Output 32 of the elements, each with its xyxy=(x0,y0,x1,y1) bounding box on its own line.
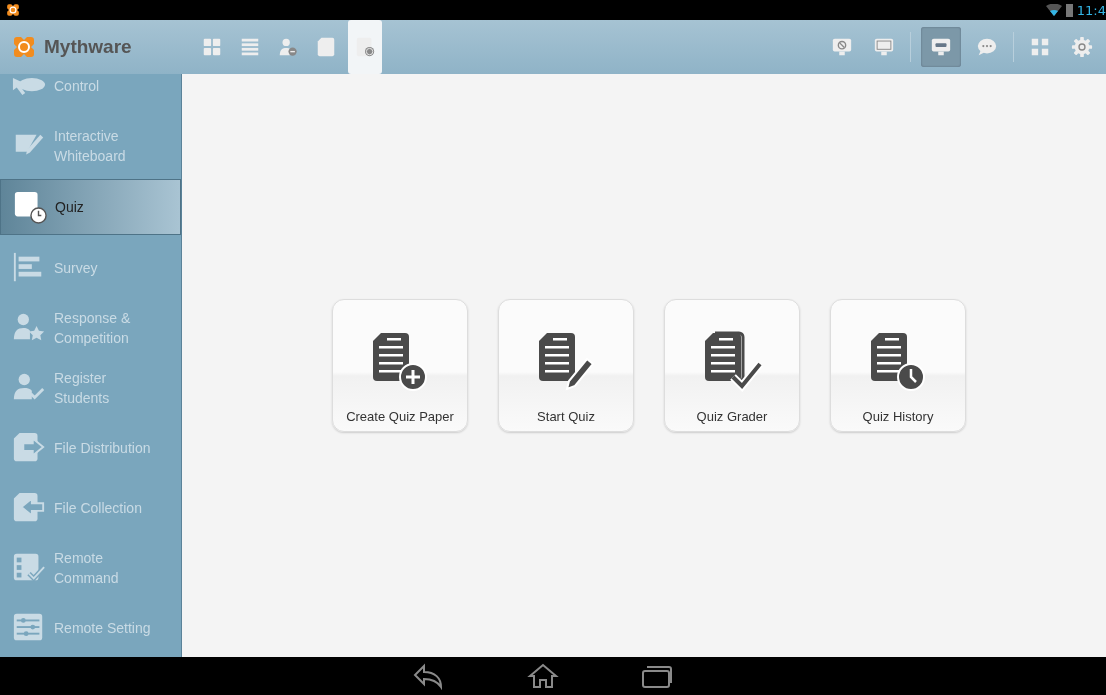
sidebar-item[interactable]: Remote Command xyxy=(0,538,181,598)
sidebar-item[interactable]: Register Students xyxy=(0,358,181,418)
monitor-link-icon xyxy=(930,36,952,58)
sidebar-item[interactable]: Interactive Whiteboard xyxy=(0,116,181,176)
clock-time: 11:4 xyxy=(1076,2,1106,18)
action-tile[interactable]: Quiz History xyxy=(830,299,966,432)
action-tile[interactable]: Start Quiz xyxy=(498,299,634,432)
quiz-icon xyxy=(13,190,47,224)
app-logo-icon xyxy=(6,3,20,17)
monitor-block-icon xyxy=(831,36,853,58)
home-icon[interactable] xyxy=(526,662,560,690)
action-tile[interactable]: Quiz Grader xyxy=(664,299,800,432)
action-tile[interactable]: Create Quiz Paper xyxy=(332,299,468,432)
sidebar-item[interactable]: Survey xyxy=(0,238,181,298)
chat-bubble-icon xyxy=(976,36,998,58)
page-icon xyxy=(315,36,337,58)
list-icon xyxy=(239,36,261,58)
sidebar-item[interactable]: Response & Competition xyxy=(0,298,181,358)
quiz-tab[interactable] xyxy=(348,20,382,74)
app-logo-icon xyxy=(12,35,36,59)
battery-icon xyxy=(1065,3,1073,17)
app-title: Mythware xyxy=(44,36,132,58)
sidebar-item[interactable]: File Distribution xyxy=(0,418,181,478)
monitor-link-button[interactable] xyxy=(921,27,961,67)
sidebar-item[interactable]: Control xyxy=(0,74,181,116)
sidebar-item[interactable]: File Collection xyxy=(0,478,181,538)
sidebar-item[interactable]: Quiz xyxy=(0,179,181,235)
monitor-icon xyxy=(873,36,895,58)
user-remove-icon xyxy=(277,36,299,58)
quiz-icon xyxy=(354,36,376,58)
grid-icon xyxy=(201,36,223,58)
wifi-icon xyxy=(1045,4,1062,16)
